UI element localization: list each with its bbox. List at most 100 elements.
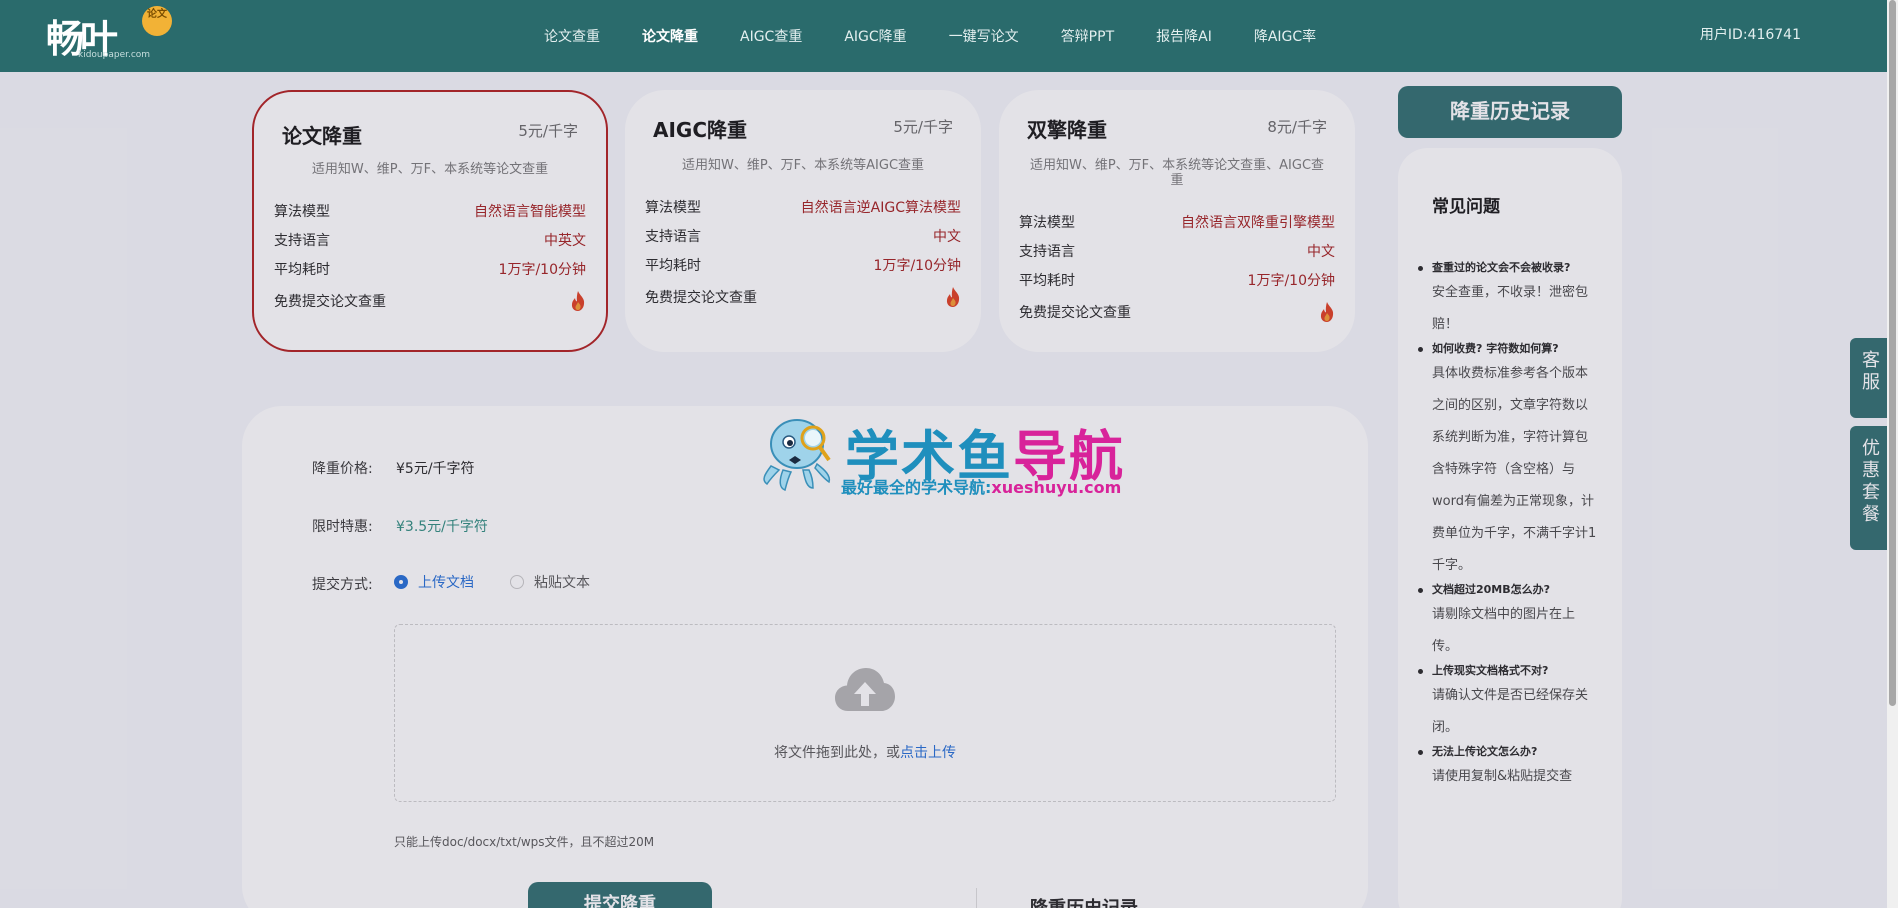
- spec-key: 算法模型: [1019, 214, 1075, 231]
- scrollbar-thumb[interactable]: [1889, 0, 1896, 706]
- user-id[interactable]: 用户ID:416741: [1700, 24, 1801, 44]
- page-scrollbar[interactable]: [1887, 0, 1898, 908]
- side-tab-label: 优惠套餐: [1862, 438, 1880, 525]
- spec-value: 中文: [933, 228, 961, 245]
- file-dropzone[interactable]: 将文件拖到此处，或点击上传: [394, 624, 1336, 802]
- spec-row-free: 免费提交论文查重: [645, 279, 961, 315]
- free-check-label: 免费提交论文查重: [1019, 305, 1131, 321]
- click-upload-link[interactable]: 点击上传: [900, 745, 956, 761]
- special-price-value: ¥3.5元/千字符: [396, 519, 488, 535]
- logo-badge: 论文: [142, 6, 172, 36]
- card-spec-list: 算法模型 自然语言双降重引擎模型 支持语言 中文 平均耗时 1万字/10分钟 免费提交…: [1019, 207, 1335, 330]
- radio-upload-doc-label[interactable]: 上传文档: [418, 572, 474, 592]
- main-nav: 论文查重 论文降重 AIGC查重 AIGC降重 一键写论文 答辩PPT 报告降A…: [544, 0, 1316, 72]
- watermark-sub-blue: 最好最全的学术导航:: [841, 478, 992, 497]
- spec-row: 支持语言 中英文: [274, 225, 586, 254]
- watermark-xueshuyu: 学术鱼导航 最好最全的学术导航:xueshuyu.com: [757, 412, 1143, 498]
- spec-row: 支持语言 中文: [1019, 236, 1335, 265]
- side-tab-label: 客服: [1862, 350, 1880, 393]
- fire-icon: [946, 287, 960, 307]
- spec-value: 自然语言双降重引擎模型: [1181, 214, 1335, 231]
- top-header: 畅叶 论文 kidoupaper.com 论文查重 论文降重 AIGC查重 AI…: [0, 0, 1887, 72]
- faq-panel: 常见问题 查重过的论文会不会被收录? 安全查重，不收录！泄密包赔！ 如何收费? …: [1398, 148, 1622, 908]
- radio-upload-doc[interactable]: [394, 575, 408, 589]
- spec-value: 1万字/10分钟: [1247, 272, 1335, 289]
- plan-card-paper-rewrite[interactable]: 论文降重 5元/千字 适用知W、维P、万F、本系统等论文查重 算法模型 自然语言智…: [252, 90, 608, 352]
- spec-row: 算法模型 自然语言智能模型: [274, 196, 586, 225]
- spec-key: 算法模型: [645, 199, 701, 216]
- octopus-mascot-icon: [763, 419, 831, 491]
- spec-key: 支持语言: [1019, 243, 1075, 260]
- spec-row-free: 免费提交论文查重: [1019, 294, 1335, 330]
- side-tab-customer-service[interactable]: 客服: [1850, 338, 1890, 418]
- spec-row-free: 免费提交论文查重: [274, 283, 586, 319]
- nav-item-report-ai[interactable]: 报告降AI: [1156, 26, 1212, 46]
- site-logo[interactable]: 畅叶 论文 kidoupaper.com: [46, 6, 176, 61]
- faq-answer: 安全查重，不收录！泄密包赔！: [1432, 285, 1589, 332]
- spec-value: 自然语言智能模型: [474, 203, 586, 220]
- card-price: 5元/千字: [893, 118, 953, 136]
- plan-card-aigc-rewrite[interactable]: AIGC降重 5元/千字 适用知W、维P、万F、本系统等AIGC查重 算法模型 自…: [625, 90, 981, 352]
- cloud-upload-icon: [835, 668, 895, 711]
- watermark-sub-pink: xueshuyu.com: [991, 478, 1122, 497]
- card-title: 双擎降重: [1027, 118, 1107, 142]
- faq-question: 无法上传论文怎么办?: [1418, 744, 1598, 760]
- spec-key: 平均耗时: [1019, 272, 1075, 289]
- divider: [976, 888, 977, 908]
- radio-paste-text-label[interactable]: 粘贴文本: [534, 572, 590, 592]
- faq-title: 常见问题: [1432, 197, 1500, 217]
- logo-domain: kidoupaper.com: [78, 50, 151, 60]
- special-price-label: 限时特惠:: [312, 519, 373, 535]
- card-title: 论文降重: [282, 124, 362, 148]
- spec-key: 支持语言: [645, 228, 701, 245]
- faq-answer: 请剔除文档中的图片在上传。: [1432, 607, 1576, 654]
- upload-hint: 只能上传doc/docx/txt/wps文件，且不超过20M: [394, 835, 655, 849]
- spec-row: 支持语言 中文: [645, 221, 961, 250]
- watermark-subtitle: 最好最全的学术导航:xueshuyu.com: [841, 474, 1121, 498]
- drop-text: 将文件拖到此处，或: [774, 745, 900, 761]
- spec-value: 1万字/10分钟: [498, 261, 586, 278]
- card-spec-list: 算法模型 自然语言智能模型 支持语言 中英文 平均耗时 1万字/10分钟 免费提交论文…: [274, 196, 586, 319]
- submit-method-label: 提交方式:: [312, 577, 373, 593]
- nav-item-reduce-aigc[interactable]: 降AIGC率: [1254, 26, 1316, 46]
- radio-paste-text[interactable]: [510, 575, 524, 589]
- fire-icon: [571, 291, 585, 311]
- nav-item-paper-rewrite[interactable]: 论文降重: [642, 26, 698, 46]
- nav-item-aigc-rewrite[interactable]: AIGC降重: [844, 26, 906, 46]
- rewrite-history-button[interactable]: 降重历史记录: [1398, 86, 1622, 138]
- card-desc: 适用知W、维P、万F、本系统等AIGC查重: [681, 158, 925, 173]
- spec-value: 中英文: [544, 232, 586, 249]
- spec-row: 算法模型 自然语言逆AIGC算法模型: [645, 192, 961, 221]
- nav-item-aigc-check[interactable]: AIGC查重: [740, 26, 802, 46]
- card-spec-list: 算法模型 自然语言逆AIGC算法模型 支持语言 中文 平均耗时 1万字/10分钟 免费…: [645, 192, 961, 315]
- side-tab-discount-package[interactable]: 优惠套餐: [1850, 426, 1890, 550]
- spec-key: 算法模型: [274, 203, 330, 220]
- spec-value: 中文: [1307, 243, 1335, 260]
- nav-item-write-paper[interactable]: 一键写论文: [949, 26, 1019, 46]
- panel-history-tab[interactable]: 降重历史记录: [1030, 894, 1138, 908]
- spec-value: 1万字/10分钟: [873, 257, 961, 274]
- spec-row: 平均耗时 1万字/10分钟: [645, 250, 961, 279]
- spec-value: 自然语言逆AIGC算法模型: [800, 199, 961, 216]
- faq-question: 如何收费? 字符数如何算?: [1418, 341, 1598, 357]
- free-check-label: 免费提交论文查重: [274, 294, 386, 310]
- card-price: 5元/千字: [518, 122, 578, 140]
- submit-rewrite-button[interactable]: 提交降重: [528, 882, 712, 908]
- spec-key: 平均耗时: [645, 257, 701, 274]
- drop-instructions: 将文件拖到此处，或点击上传: [395, 742, 1335, 762]
- faq-question: 查重过的论文会不会被收录?: [1418, 260, 1598, 276]
- free-check-label: 免费提交论文查重: [645, 290, 757, 306]
- nav-item-paper-check[interactable]: 论文查重: [544, 26, 600, 46]
- faq-answer: 请使用复制&粘贴提交查: [1432, 769, 1573, 784]
- spec-row: 算法模型 自然语言双降重引擎模型: [1019, 207, 1335, 236]
- card-price: 8元/千字: [1267, 118, 1327, 136]
- spec-key: 平均耗时: [274, 261, 330, 278]
- submit-method-group: 上传文档 粘贴文本: [394, 572, 626, 592]
- plan-card-dual-rewrite[interactable]: 双擎降重 8元/千字 适用知W、维P、万F、本系统等论文查重、AIGC查重 算法…: [999, 90, 1355, 352]
- fire-icon: [1320, 302, 1334, 322]
- card-title: AIGC降重: [653, 118, 748, 142]
- nav-item-defense-ppt[interactable]: 答辩PPT: [1061, 26, 1114, 46]
- card-desc: 适用知W、维P、万F、本系统等论文查重: [311, 162, 549, 177]
- spec-row: 平均耗时 1万字/10分钟: [274, 254, 586, 283]
- price-value: ¥5元/千字符: [396, 461, 475, 477]
